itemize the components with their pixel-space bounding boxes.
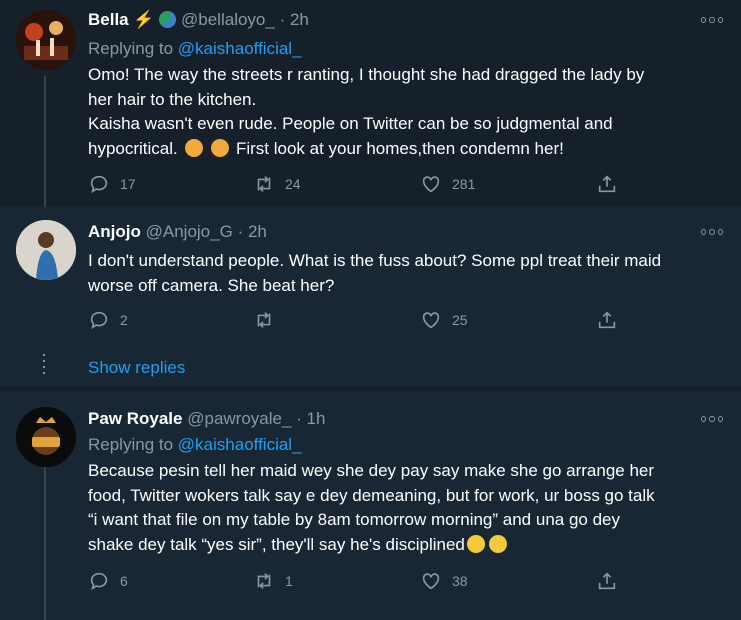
retweet-icon: [257, 573, 271, 589]
retweet-icon: [257, 312, 271, 328]
more-options-icon[interactable]: [701, 415, 723, 423]
mention-link[interactable]: @kaishaofficial_: [178, 435, 302, 454]
like-count: 38: [452, 573, 468, 589]
tweet-actions: 6 1 38: [88, 569, 648, 593]
replying-to: Replying to @kaishaofficial_: [88, 434, 302, 456]
replying-label: Replying to: [88, 39, 174, 58]
reply-count: 6: [120, 573, 128, 589]
globe-emoji-icon: [159, 11, 177, 28]
tweet-line: “i want that file on my table by 8am tom…: [88, 510, 620, 529]
reply-count: 17: [120, 176, 136, 192]
reply-button[interactable]: 17: [88, 172, 136, 196]
tweet-paw-royale[interactable]: Paw Royale @pawroyale_ · 1h Replying to …: [0, 392, 741, 620]
tweet-actions: 17 24 281: [88, 172, 648, 196]
tweet-line: hypocritical. First look at your homes,t…: [88, 137, 728, 162]
tweet-bella[interactable]: Bella ⚡ @bellaloyo_ · 2h Replying to @ka…: [0, 0, 741, 207]
like-button[interactable]: 25: [420, 308, 468, 332]
reply-icon: [90, 175, 108, 194]
tweet-line: worse off camera. She beat her?: [88, 275, 335, 295]
reply-icon: [90, 311, 108, 330]
share-icon: [598, 175, 616, 193]
heart-icon: [422, 573, 440, 590]
tweet-line: Omo! The way the streets r ranting, I th…: [88, 65, 645, 84]
handle[interactable]: @bellaloyo_: [181, 10, 275, 29]
tweet-header: Bella ⚡ @bellaloyo_ · 2h: [88, 9, 309, 31]
tweet-header: Paw Royale @pawroyale_ · 1h: [88, 408, 325, 430]
tweet-line-part: shake dey talk “yes sir”, they'll say he…: [88, 534, 465, 554]
more-options-icon[interactable]: [701, 228, 723, 236]
tweet-text: Omo! The way the streets r ranting, I th…: [88, 63, 728, 161]
paw-royale-logo-icon: [16, 407, 76, 467]
tears-of-joy-emoji-icon: [466, 534, 485, 553]
heart-icon: [422, 176, 440, 193]
tweet-header: Anjojo @Anjojo_G · 2h: [88, 221, 267, 243]
heart-icon: [422, 312, 440, 329]
like-count: 281: [452, 176, 476, 192]
lightning-emoji-icon: ⚡: [133, 10, 155, 29]
like-button[interactable]: 281: [420, 172, 475, 196]
retweet-count: 1: [285, 573, 293, 589]
person-shrugging-emoji-icon: [211, 138, 230, 157]
thread-dots: [43, 354, 46, 378]
retweet-button[interactable]: [253, 308, 275, 332]
timestamp[interactable]: · 1h: [296, 409, 325, 428]
share-icon: [598, 572, 616, 590]
tweet-anjojo[interactable]: Anjojo @Anjojo_G · 2h I don't understand…: [0, 207, 741, 386]
retweet-count: 24: [285, 176, 301, 192]
share-button[interactable]: [596, 308, 618, 332]
tweet-line: Kaisha wasn't even rude. People on Twitt…: [88, 114, 613, 133]
tweet-text: I don't understand people. What is the f…: [88, 249, 728, 298]
avatar[interactable]: [16, 10, 76, 70]
reply-button[interactable]: 2: [88, 308, 128, 332]
thread-line: [44, 467, 46, 620]
reply-button[interactable]: 6: [88, 569, 128, 593]
avatar-image-icon: [16, 10, 76, 70]
tweet-actions: 2 25: [88, 308, 648, 332]
timestamp[interactable]: · 2h: [280, 10, 309, 29]
retweet-button[interactable]: 24: [253, 172, 301, 196]
tears-of-joy-emoji-icon: [488, 534, 507, 553]
show-replies-link[interactable]: Show replies: [88, 358, 185, 378]
like-count: 25: [452, 312, 468, 328]
avatar-image-icon: [16, 220, 76, 280]
timestamp[interactable]: · 2h: [238, 222, 267, 241]
avatar[interactable]: [16, 220, 76, 280]
reply-icon: [90, 572, 108, 591]
avatar[interactable]: [16, 407, 76, 467]
reply-count: 2: [120, 312, 128, 328]
person-shrugging-emoji-icon: [184, 138, 203, 157]
like-button[interactable]: 38: [420, 569, 468, 593]
tweet-text: Because pesin tell her maid wey she dey …: [88, 459, 728, 557]
retweet-icon: [257, 176, 271, 192]
display-name[interactable]: Bella: [88, 10, 129, 29]
share-icon: [598, 311, 616, 329]
tweet-line: food, Twitter wokers talk say e dey deme…: [88, 485, 655, 505]
more-options-icon[interactable]: [701, 16, 723, 24]
handle[interactable]: @pawroyale_: [187, 409, 291, 428]
replying-to: Replying to @kaishaofficial_: [88, 38, 302, 60]
tweet-line: Because pesin tell her maid wey she dey …: [88, 461, 655, 480]
tweet-line: I don't understand people. What is the f…: [88, 251, 662, 270]
thread-line: [44, 76, 46, 207]
replying-label: Replying to: [88, 435, 174, 454]
display-name[interactable]: Paw Royale: [88, 409, 183, 428]
tweet-line: her hair to the kitchen.: [88, 89, 257, 109]
share-button[interactable]: [596, 569, 618, 593]
tweet-line-part: First look at your homes,then condemn he…: [235, 138, 564, 158]
mention-link[interactable]: @kaishaofficial_: [178, 39, 302, 58]
share-button[interactable]: [596, 172, 618, 196]
display-name[interactable]: Anjojo: [88, 222, 141, 241]
tweet-line: shake dey talk “yes sir”, they'll say he…: [88, 533, 728, 558]
tweet-line-part: hypocritical.: [88, 138, 178, 158]
handle[interactable]: @Anjojo_G: [146, 222, 233, 241]
retweet-button[interactable]: 1: [253, 569, 293, 593]
